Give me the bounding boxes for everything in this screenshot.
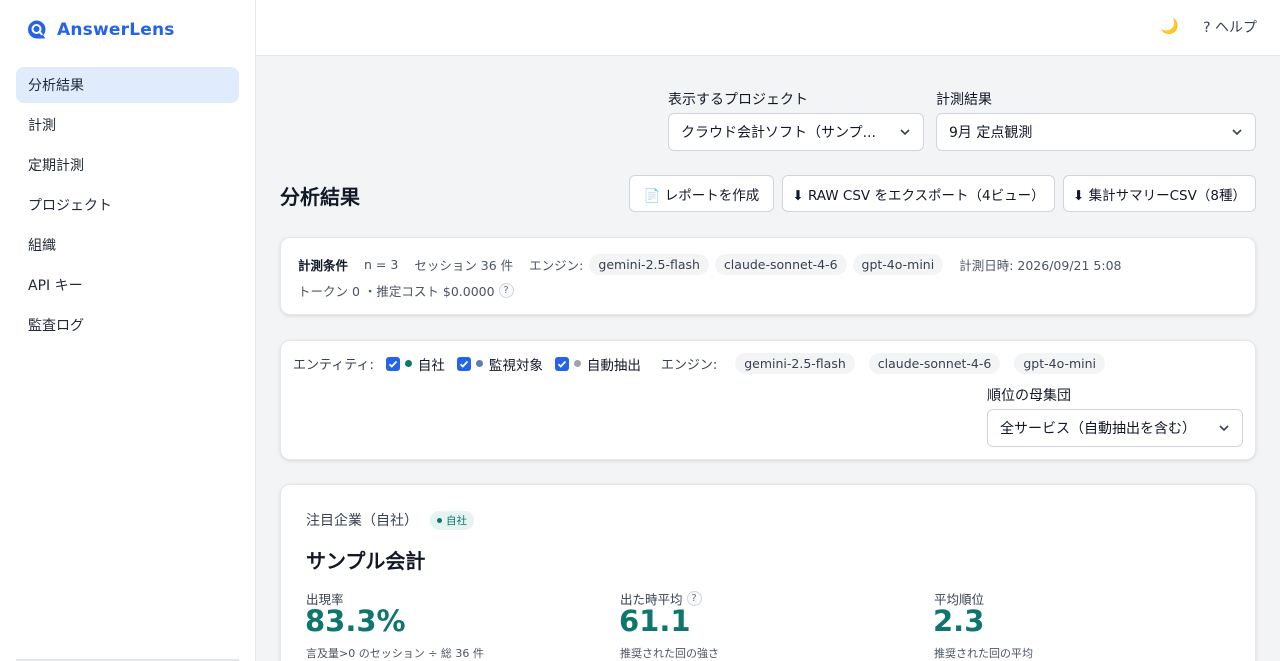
badge-label: 自社 bbox=[446, 514, 467, 527]
topbar: 🌙 ? ヘルプ bbox=[256, 0, 1280, 56]
conditions-title: 計測条件 bbox=[298, 258, 349, 273]
sidebar-item-projects[interactable]: プロジェクト bbox=[16, 187, 239, 223]
help-icon[interactable]: ? bbox=[498, 283, 514, 298]
population-select-value: 全サービス（自動抽出を含む） bbox=[1000, 421, 1196, 437]
chevron-down-icon bbox=[900, 129, 910, 136]
sidebar-item-scheduled[interactable]: 定期計測 bbox=[16, 147, 239, 183]
entity-option-label: 自動抽出 bbox=[586, 357, 641, 374]
export-raw-csv-button[interactable]: ⬇ RAW CSV をエクスポート（4ビュー） bbox=[782, 175, 1055, 212]
sidebar-item-measurement[interactable]: 計測 bbox=[16, 107, 239, 143]
result-select-value: 9月 定点観測 bbox=[949, 125, 1033, 141]
entity-option-label: 自社 bbox=[417, 357, 445, 374]
entity-option-auto[interactable]: 自動抽出 bbox=[554, 354, 641, 374]
create-report-button[interactable]: 📄 レポートを作成 bbox=[629, 175, 774, 212]
result-select[interactable]: 9月 定点観測 bbox=[936, 113, 1256, 151]
moon-icon[interactable]: 🌙 bbox=[1160, 17, 1179, 35]
engine-chip: gemini-2.5-flash bbox=[589, 254, 709, 275]
focus-company-card: 注目企業（自社） 自社 サンプル会計 出現率 83.3% 言及量>0 のセッショ… bbox=[280, 484, 1256, 661]
entity-color-dot bbox=[475, 360, 483, 367]
chevron-down-icon bbox=[1219, 425, 1229, 432]
own-company-badge: 自社 bbox=[430, 510, 474, 530]
entity-color-dot bbox=[573, 360, 581, 367]
sample-size: n = 3 bbox=[364, 257, 399, 272]
sidebar: AnswerLens 分析結果 計測 定期計測 プロジェクト 組織 API キー… bbox=[0, 0, 256, 661]
engine-filter-chip[interactable]: gpt-4o-mini bbox=[1014, 353, 1106, 374]
chevron-down-icon bbox=[1232, 129, 1242, 136]
checkbox-checked-icon[interactable] bbox=[554, 356, 569, 371]
project-select-label: 表示するプロジェクト bbox=[668, 92, 808, 108]
session-count: セッション 36 件 bbox=[414, 258, 514, 273]
focus-heading: 注目企業（自社） bbox=[306, 513, 418, 529]
engine-filter-chip[interactable]: gemini-2.5-flash bbox=[735, 353, 855, 374]
sidebar-item-organization[interactable]: 組織 bbox=[16, 227, 239, 263]
search-chat-icon bbox=[26, 19, 48, 41]
tokens-cost: トークン 0 ・推定コスト $0.0000 bbox=[298, 284, 495, 299]
sidebar-item-analysis[interactable]: 分析結果 bbox=[16, 67, 239, 103]
metric-sub: 言及量>0 のセッション ÷ 総 36 件 bbox=[306, 647, 484, 660]
entity-option-own[interactable]: 自社 bbox=[385, 354, 445, 374]
engine-label: エンジン: bbox=[529, 258, 584, 273]
population-select[interactable]: 全サービス（自動抽出を含む） bbox=[987, 409, 1243, 447]
entity-label: エンティティ: bbox=[293, 358, 374, 373]
metric-sub: 推奨された回の平均 bbox=[934, 647, 1033, 660]
sidebar-nav: 分析結果 計測 定期計測 プロジェクト 組織 API キー 監査ログ bbox=[16, 67, 239, 347]
result-select-label: 計測結果 bbox=[936, 92, 992, 108]
metric-value-appearance-rate: 83.3% bbox=[305, 604, 406, 638]
metric-value-average-rank: 2.3 bbox=[933, 604, 985, 638]
entity-color-dot bbox=[404, 360, 412, 367]
project-select[interactable]: クラウド会計ソフト（サンプ... bbox=[668, 113, 924, 151]
checkbox-checked-icon[interactable] bbox=[456, 356, 471, 371]
sidebar-item-audit-log[interactable]: 監査ログ bbox=[16, 307, 239, 343]
conditions-card: 計測条件 n = 3 セッション 36 件 エンジン: gemini-2.5-f… bbox=[280, 237, 1256, 315]
company-name: サンプル会計 bbox=[306, 549, 426, 573]
engine-filter-label: エンジン: bbox=[660, 358, 718, 373]
sidebar-item-api-keys[interactable]: API キー bbox=[16, 267, 239, 303]
population-label: 順位の母集団 bbox=[987, 388, 1071, 404]
checkbox-checked-icon[interactable] bbox=[385, 356, 400, 371]
brand[interactable]: AnswerLens bbox=[26, 18, 175, 42]
entity-option-label: 監視対象 bbox=[488, 357, 543, 374]
page-title: 分析結果 bbox=[280, 185, 360, 209]
engine-chip: gpt-4o-mini bbox=[852, 254, 944, 275]
help-link[interactable]: ? ヘルプ bbox=[1203, 17, 1257, 37]
brand-name: AnswerLens bbox=[57, 20, 175, 40]
export-summary-csv-button[interactable]: ⬇ 集計サマリーCSV（8種） bbox=[1063, 175, 1256, 212]
measured-at: 計測日時: 2026/09/21 5:08 bbox=[959, 258, 1122, 273]
engine-filter-chip[interactable]: claude-sonnet-4-6 bbox=[868, 353, 1001, 374]
project-select-value: クラウド会計ソフト（サンプ... bbox=[681, 125, 876, 141]
metric-value-average-strength: 61.1 bbox=[619, 604, 691, 638]
badge-dot bbox=[437, 517, 442, 523]
engine-chip: claude-sonnet-4-6 bbox=[714, 254, 847, 275]
entity-filter-card: エンティティ: 自社 監視対象 自動抽出 エンジン: gemini-2.5-fl… bbox=[280, 340, 1256, 460]
entity-option-monitored[interactable]: 監視対象 bbox=[456, 354, 543, 374]
metric-sub: 推奨された回の強さ bbox=[620, 647, 719, 660]
